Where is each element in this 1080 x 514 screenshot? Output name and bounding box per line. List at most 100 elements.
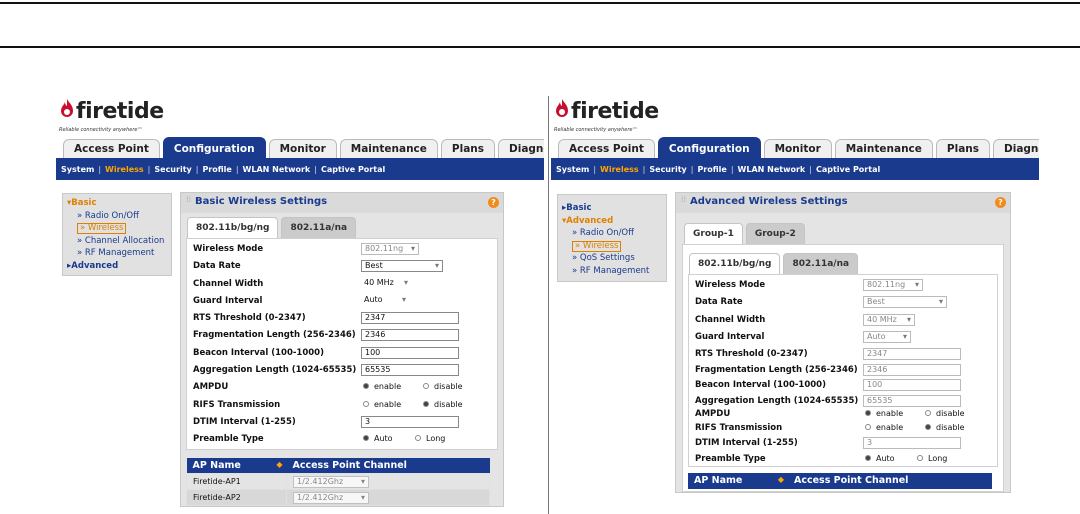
- tab-group-1[interactable]: Group-1: [684, 223, 743, 244]
- data-rate-select[interactable]: Best: [863, 296, 947, 309]
- preamble-auto-radio[interactable]: Auto: [363, 434, 393, 443]
- subnav-wireless[interactable]: Wireless: [105, 165, 144, 174]
- subnav-captive-portal[interactable]: Captive Portal: [816, 165, 880, 174]
- dtim-input[interactable]: 3: [863, 437, 961, 450]
- channel-width-select[interactable]: 40 MHz: [361, 277, 411, 290]
- subnav-wlan-network[interactable]: WLAN Network: [243, 165, 311, 174]
- brand-name: firetide: [76, 99, 164, 124]
- tab-plans[interactable]: Plans: [935, 139, 991, 158]
- tab-group-2[interactable]: Group-2: [745, 223, 805, 244]
- ap-channel-select[interactable]: 1/2.412Ghz: [293, 491, 369, 504]
- side-item-channel-allocation[interactable]: » Channel Allocation: [67, 235, 167, 248]
- beacon-interval-input[interactable]: 100: [361, 346, 459, 359]
- preamble-long-radio[interactable]: Long: [917, 454, 947, 463]
- advanced-settings-panel: ⁞⁞ Advanced Wireless Settings ? Group-1 …: [675, 192, 1011, 493]
- tab-configuration[interactable]: Configuration: [657, 137, 761, 158]
- sort-icon[interactable]: ◆: [778, 475, 788, 484]
- col-ap-name[interactable]: AP Name ◆: [688, 472, 788, 489]
- ampdu-disable-radio[interactable]: disable: [423, 382, 463, 391]
- sort-icon[interactable]: ◆: [276, 460, 286, 469]
- tab-802-11b-bg-ng[interactable]: 802.11b/bg/ng: [689, 253, 781, 274]
- subnav-wireless[interactable]: Wireless: [600, 165, 639, 174]
- ampdu-enable-radio[interactable]: enable: [363, 382, 401, 391]
- subnav-wlan-network[interactable]: WLAN Network: [738, 165, 806, 174]
- tab-802-11b-bg-ng[interactable]: 802.11b/bg/ng: [187, 217, 279, 238]
- tab-access-point[interactable]: Access Point: [558, 139, 655, 158]
- tab-diagnostics[interactable]: Diagnostics: [993, 139, 1039, 158]
- rifs-enable-radio[interactable]: enable: [363, 400, 401, 409]
- fragmentation-input[interactable]: 2346: [361, 329, 459, 342]
- preamble-auto-radio[interactable]: Auto: [865, 454, 895, 463]
- wireless-mode-label: Wireless Mode: [193, 244, 264, 254]
- tab-configuration[interactable]: Configuration: [162, 137, 266, 158]
- side-item-qos[interactable]: » QoS Settings: [562, 252, 662, 265]
- wireless-mode-select[interactable]: 802.11ng: [361, 243, 419, 255]
- sub-navigation: System | Wireless | Security | Profile | WLA…: [551, 158, 1039, 180]
- tab-monitor[interactable]: Monitor: [763, 139, 832, 158]
- side-group-advanced[interactable]: ▾Advanced: [562, 215, 662, 228]
- fragmentation-input[interactable]: 2346: [863, 363, 961, 376]
- side-item-wireless[interactable]: » Wireless: [77, 223, 127, 234]
- side-item-rf-management[interactable]: » RF Management: [67, 247, 167, 260]
- subnav-profile[interactable]: Profile: [697, 165, 726, 174]
- aggregation-length-input[interactable]: 65535: [361, 364, 459, 377]
- channel-width-select[interactable]: 40 MHz: [863, 313, 915, 326]
- beacon-interval-label: Beacon Interval (100-1000): [695, 380, 826, 391]
- tab-access-point[interactable]: Access Point: [63, 139, 160, 158]
- side-item-wireless[interactable]: » Wireless: [572, 240, 622, 252]
- ampdu-label: AMPDU: [695, 409, 731, 420]
- subnav-profile[interactable]: Profile: [202, 165, 231, 174]
- help-icon[interactable]: ?: [488, 197, 499, 208]
- side-item-radio[interactable]: » Radio On/Off: [67, 210, 167, 223]
- side-menu: ▾Basic » Radio On/Off » Wireless » Chann…: [62, 193, 172, 276]
- dtim-label: DTIM Interval (1-255): [193, 416, 296, 427]
- data-rate-select[interactable]: Best: [361, 260, 443, 273]
- ampdu-enable-radio[interactable]: enable: [865, 409, 903, 418]
- col-ap-name[interactable]: AP Name ◆: [186, 457, 287, 474]
- tab-802-11a-na[interactable]: 802.11a/na: [281, 217, 357, 238]
- subnav-security[interactable]: Security: [649, 165, 686, 174]
- side-group-basic[interactable]: ▾Basic: [67, 197, 167, 210]
- rifs-disable-radio[interactable]: disable: [925, 423, 965, 432]
- guard-interval-select[interactable]: Auto: [361, 294, 409, 307]
- tab-monitor[interactable]: Monitor: [268, 139, 337, 158]
- side-item-radio[interactable]: » Radio On/Off: [562, 227, 662, 240]
- basic-settings-panel: ⁞⁞ Basic Wireless Settings ? 802.11b/bg/…: [180, 192, 504, 508]
- rts-threshold-input[interactable]: 2347: [863, 348, 961, 361]
- advanced-settings-screenshot: firetide Reliable connectivity anywhere™…: [551, 96, 1039, 514]
- dtim-label: DTIM Interval (1-255): [695, 438, 798, 449]
- side-group-advanced[interactable]: ▸Advanced: [67, 260, 167, 273]
- rts-threshold-label: RTS Threshold (0-2347): [695, 349, 808, 360]
- ap-channel-select[interactable]: 1/2.412Ghz: [293, 475, 369, 488]
- aggregation-length-input[interactable]: 65535: [863, 394, 961, 407]
- tab-maintenance[interactable]: Maintenance: [834, 139, 933, 158]
- tab-maintenance[interactable]: Maintenance: [339, 139, 438, 158]
- beacon-interval-label: Beacon Interval (100-1000): [193, 347, 324, 358]
- tab-diagnostics[interactable]: Diagnostics: [498, 139, 544, 158]
- beacon-interval-input[interactable]: 100: [863, 379, 961, 392]
- guard-interval-select[interactable]: Auto: [863, 330, 911, 343]
- help-icon[interactable]: ?: [995, 197, 1006, 208]
- ampdu-disable-radio[interactable]: disable: [925, 409, 965, 418]
- subnav-system[interactable]: System: [61, 165, 94, 174]
- preamble-long-radio[interactable]: Long: [415, 434, 445, 443]
- rifs-enable-radio[interactable]: enable: [865, 423, 903, 432]
- ap-channel-table: AP Name ◆ Access Point Channel Firetide-A…: [186, 457, 490, 507]
- band-tabs: 802.11b/bg/ng 802.11a/na: [181, 213, 503, 238]
- side-group-basic[interactable]: ▸Basic: [562, 202, 662, 215]
- rts-threshold-input[interactable]: 2347: [361, 312, 459, 325]
- subnav-captive-portal[interactable]: Captive Portal: [321, 165, 385, 174]
- rifs-disable-radio[interactable]: disable: [423, 400, 463, 409]
- tab-802-11a-na[interactable]: 802.11a/na: [783, 253, 859, 274]
- subnav-security[interactable]: Security: [154, 165, 191, 174]
- dtim-input[interactable]: 3: [361, 415, 459, 428]
- ap-name-cell: Firetide-AP1: [186, 473, 287, 491]
- subnav-system[interactable]: System: [556, 165, 589, 174]
- tab-plans[interactable]: Plans: [440, 139, 496, 158]
- ap-name-cell: Firetide-AP2: [186, 489, 287, 507]
- ap-channel-table: AP Name ◆ Access Point Channel: [688, 472, 992, 489]
- wireless-mode-select[interactable]: 802.11ng: [863, 279, 923, 291]
- side-item-rf-management[interactable]: » RF Management: [562, 265, 662, 278]
- rifs-label: RIFS Transmission: [695, 422, 783, 433]
- aggregation-length-label: Aggregation Length (1024-65535): [193, 365, 357, 376]
